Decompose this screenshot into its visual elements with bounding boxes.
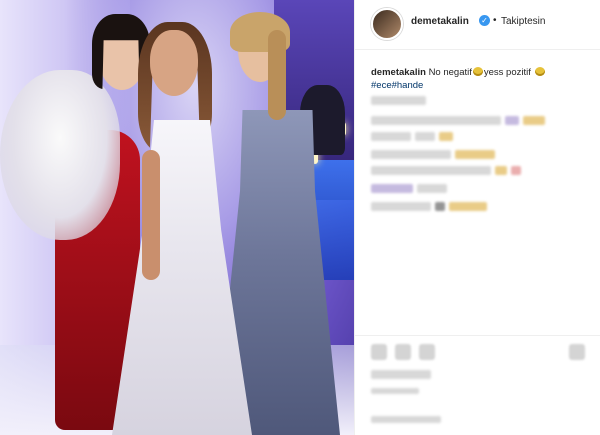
hashtag-link[interactable]: #ece: [371, 80, 392, 91]
instagram-post-viewer: demetakalin ✓ • Takiptesin demetakalin N…: [0, 0, 600, 435]
hashtag-link[interactable]: #hande: [392, 80, 424, 91]
person-right-ponytail: [268, 30, 286, 120]
person-center-arm: [142, 150, 160, 280]
blurred-comment: [371, 132, 411, 141]
comment-icon[interactable]: [395, 344, 411, 360]
blurred-emoji: [511, 166, 521, 175]
blurred-emoji: [505, 116, 519, 125]
post-photo[interactable]: [0, 0, 354, 435]
follow-status-button[interactable]: Takiptesin: [501, 16, 545, 27]
emoji-icon: [534, 67, 545, 76]
person-center-face: [150, 30, 198, 96]
post-header: demetakalin ✓ • Takiptesin: [355, 0, 600, 50]
blurred-comment: [371, 116, 501, 125]
emoji-icon: [472, 67, 483, 76]
caption-username[interactable]: demetakalin: [371, 67, 426, 78]
caption-text-1: No negatif: [428, 67, 472, 78]
post-caption: demetakalin No negatif yess pozitif #ece#…: [371, 66, 591, 92]
blurred-comment: [371, 202, 431, 211]
post-sidebar: demetakalin ✓ • Takiptesin demetakalin N…: [354, 0, 600, 435]
blurred-emoji: [439, 132, 453, 141]
share-icon[interactable]: [419, 344, 435, 360]
blurred-comment: [415, 132, 435, 141]
blurred-emoji: [495, 166, 507, 175]
blurred-emoji: [449, 202, 487, 211]
heart-icon[interactable]: [371, 344, 387, 360]
feather-stole: [0, 70, 120, 240]
blurred-comment-input[interactable]: [371, 416, 441, 423]
blurred-emoji: [455, 150, 495, 159]
avatar[interactable]: [371, 8, 403, 40]
blurred-comment: [371, 150, 451, 159]
post-actions: [355, 335, 600, 435]
blurred-emoji: [435, 202, 445, 211]
blurred-comment: [371, 184, 413, 193]
blurred-emoji: [523, 116, 545, 125]
bookmark-icon[interactable]: [569, 344, 585, 360]
blurred-comment: [371, 96, 426, 105]
verified-badge-icon: ✓: [479, 15, 490, 26]
blurred-likes: [371, 370, 431, 379]
separator-dot: •: [493, 15, 497, 26]
blurred-comment: [371, 166, 491, 175]
blurred-comment: [417, 184, 447, 193]
blurred-timestamp: [371, 388, 419, 394]
caption-text-2: yess pozitif: [483, 67, 531, 78]
username-link[interactable]: demetakalin: [411, 16, 469, 27]
